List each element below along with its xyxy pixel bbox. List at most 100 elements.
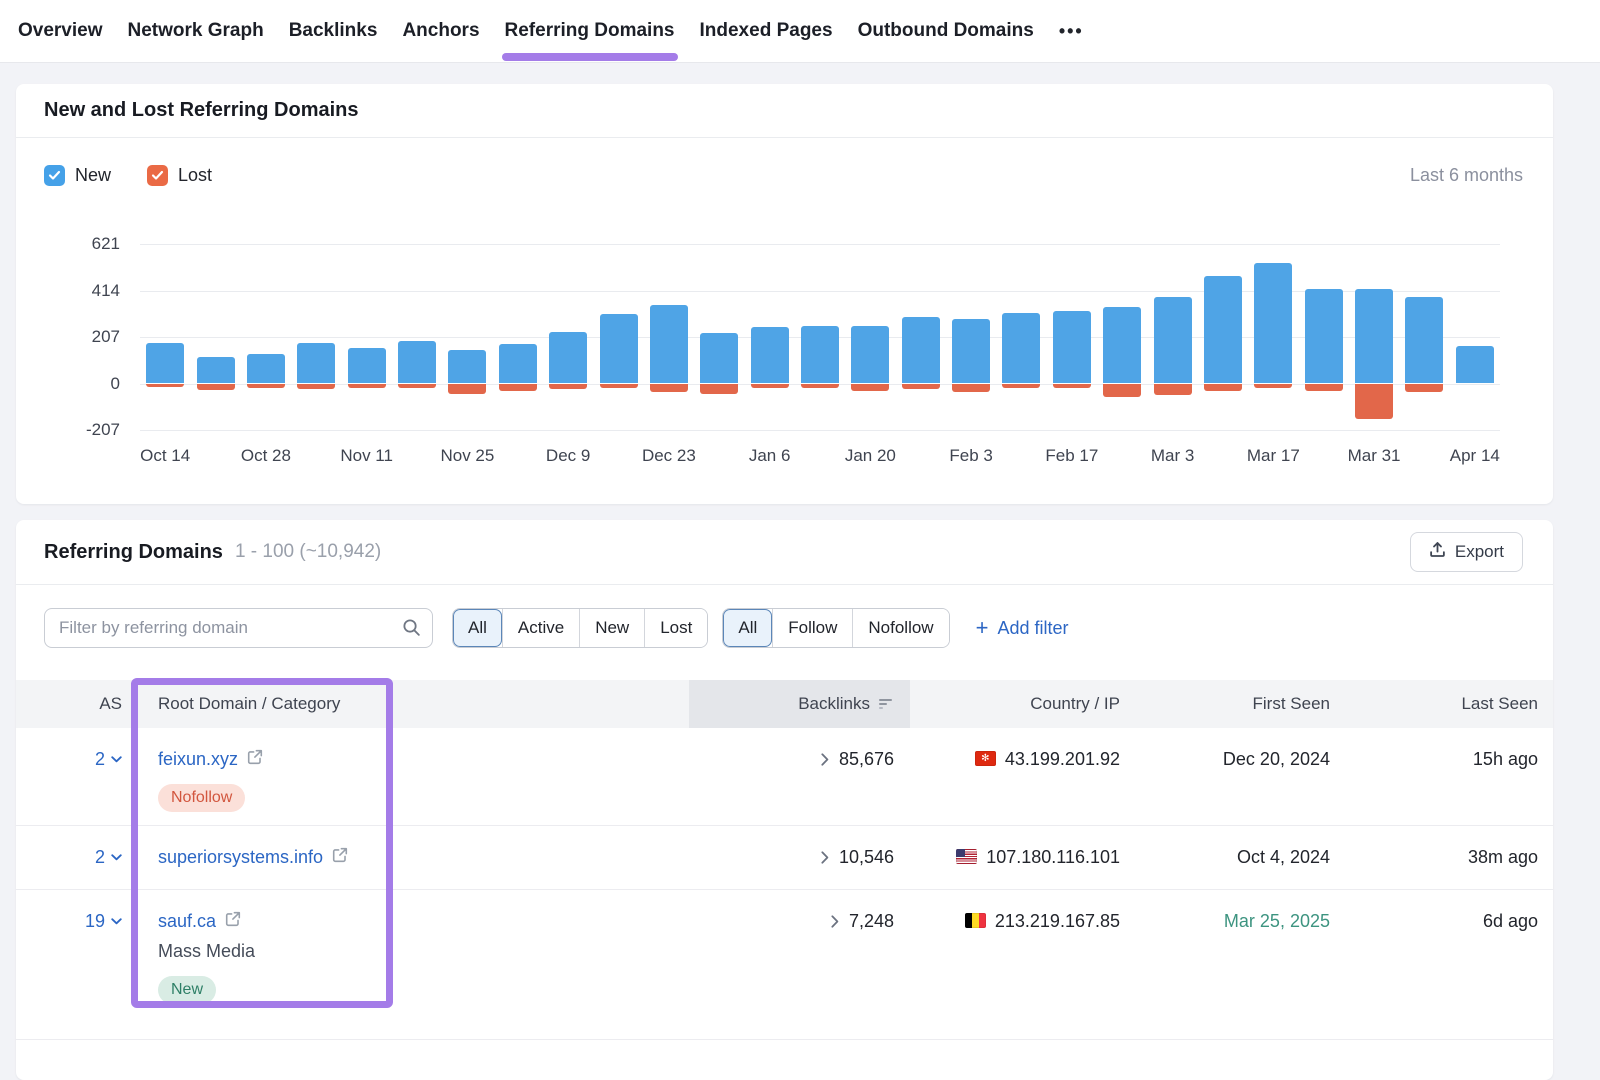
x-axis-tick: Mar 31 xyxy=(1329,446,1419,466)
open-domain-icon[interactable] xyxy=(225,911,241,932)
column-header-last-seen[interactable]: Last Seen xyxy=(1346,680,1553,728)
gridline xyxy=(140,291,1500,292)
as-count: 19 xyxy=(85,911,105,932)
legend-lost-label: Lost xyxy=(178,165,212,186)
lost-domains-bar xyxy=(398,384,436,388)
lost-domains-bar xyxy=(952,384,990,393)
as-expander[interactable]: 2 xyxy=(16,826,136,889)
expand-backlinks-button[interactable] xyxy=(821,847,829,869)
table-header-row: AS Root Domain / Category Backlinks Country… xyxy=(16,680,1553,728)
add-filter-button[interactable]: + Add filter xyxy=(976,617,1069,639)
new-domains-bar xyxy=(700,333,738,384)
nav-tab-network-graph[interactable]: Network Graph xyxy=(128,0,264,62)
column-label: AS xyxy=(99,694,122,714)
column-label: Backlinks xyxy=(798,694,870,714)
export-button[interactable]: Export xyxy=(1410,532,1523,572)
lost-domains-bar xyxy=(1154,384,1192,395)
new-domains-bar xyxy=(751,327,789,383)
follow-filter-nofollow[interactable]: Nofollow xyxy=(852,609,948,647)
x-axis-tick: Jan 20 xyxy=(825,446,915,466)
lost-checkbox[interactable] xyxy=(147,165,168,186)
chart-controls: New Lost Last 6 months xyxy=(44,160,1523,190)
x-axis-tick: Nov 25 xyxy=(422,446,512,466)
table-body: 2feixun.xyzNofollow 85,676 ✻43.199.201.92 D… xyxy=(16,728,1553,1040)
y-axis-tick: 621 xyxy=(46,234,120,254)
hk-flag-icon: ✻ xyxy=(975,751,996,766)
last-seen-cell: 15h ago xyxy=(1346,728,1553,825)
domain-filter-input[interactable] xyxy=(44,608,433,648)
lost-domains-bar xyxy=(851,384,889,392)
external-link-icon xyxy=(247,749,263,765)
first-seen-cell: Oct 4, 2024 xyxy=(1136,826,1346,889)
nav-tab-backlinks[interactable]: Backlinks xyxy=(289,0,378,62)
backlinks-count: 85,676 xyxy=(839,749,894,770)
column-header-first-seen[interactable]: First Seen xyxy=(1136,680,1346,728)
nav-tab-outbound-domains[interactable]: Outbound Domains xyxy=(858,0,1034,62)
more-tabs-icon[interactable]: ••• xyxy=(1059,21,1084,42)
status-filter-all[interactable]: All xyxy=(453,609,502,647)
new-domains-bar xyxy=(801,326,839,384)
first-seen-date: Oct 4, 2024 xyxy=(1237,847,1330,868)
new-domains-bar xyxy=(1053,311,1091,383)
open-domain-icon[interactable] xyxy=(332,847,348,868)
expand-backlinks-button[interactable] xyxy=(831,911,839,933)
as-expander[interactable]: 2 xyxy=(16,728,136,825)
lost-domains-bar xyxy=(650,384,688,393)
column-header-backlinks[interactable]: Backlinks xyxy=(689,680,910,728)
status-filter-new[interactable]: New xyxy=(579,609,644,647)
new-domains-bar xyxy=(1103,307,1141,383)
new-checkbox[interactable] xyxy=(44,165,65,186)
new-domains-bar xyxy=(549,332,587,384)
domain-category: Mass Media xyxy=(158,941,255,962)
first-seen-date: Dec 20, 2024 xyxy=(1223,749,1330,770)
new-domains-bar xyxy=(1154,297,1192,383)
lost-domains-bar xyxy=(1053,384,1091,388)
new-domains-bar xyxy=(247,354,285,383)
chart-title: New and Lost Referring Domains xyxy=(44,99,359,122)
nav-tab-overview[interactable]: Overview xyxy=(18,0,103,62)
nav-tab-indexed-pages[interactable]: Indexed Pages xyxy=(700,0,833,62)
referring-domains-table: AS Root Domain / Category Backlinks Country… xyxy=(16,680,1553,1040)
lost-domains-bar xyxy=(348,384,386,388)
column-label: Root Domain / Category xyxy=(158,694,340,714)
y-axis-tick: -207 xyxy=(46,420,120,440)
nav-tab-anchors[interactable]: Anchors xyxy=(402,0,479,62)
x-axis-tick: Dec 9 xyxy=(523,446,613,466)
as-expander[interactable]: 19 xyxy=(16,890,136,1039)
chevron-down-icon xyxy=(111,918,122,925)
new-domains-bar xyxy=(1204,276,1242,383)
domain-link[interactable]: feixun.xyz xyxy=(158,749,238,770)
follow-filter-all[interactable]: All xyxy=(723,609,772,647)
new-domains-bar xyxy=(197,357,235,384)
legend-new[interactable]: New xyxy=(44,165,111,186)
nav-tab-referring-domains[interactable]: Referring Domains xyxy=(505,0,675,62)
x-axis-tick: Oct 14 xyxy=(120,446,210,466)
gridline xyxy=(140,430,1500,431)
new-domains-bar xyxy=(398,341,436,384)
x-axis-tick: Oct 28 xyxy=(221,446,311,466)
open-domain-icon[interactable] xyxy=(247,749,263,770)
lost-domains-bar xyxy=(801,384,839,388)
last-seen-cell: 38m ago xyxy=(1346,826,1553,889)
status-filter-lost[interactable]: Lost xyxy=(644,609,707,647)
chevron-down-icon xyxy=(111,854,122,861)
lost-domains-bar xyxy=(247,384,285,388)
y-axis-tick: 414 xyxy=(46,281,120,301)
backlinks-count: 7,248 xyxy=(849,911,894,932)
column-header-country-ip: Country / IP xyxy=(910,680,1136,728)
country-ip-cell: 213.219.167.85 xyxy=(910,890,1136,1039)
external-link-icon xyxy=(332,847,348,863)
expand-backlinks-button[interactable] xyxy=(821,749,829,771)
root-domain-cell: feixun.xyzNofollow xyxy=(136,728,689,825)
period-label: Last 6 months xyxy=(1410,165,1523,186)
country-ip-cell: ✻43.199.201.92 xyxy=(910,728,1136,825)
first-seen-cell: Dec 20, 2024 xyxy=(1136,728,1346,825)
status-filter-active[interactable]: Active xyxy=(502,609,579,647)
search-icon[interactable] xyxy=(401,617,422,643)
domain-link[interactable]: sauf.ca xyxy=(158,911,216,932)
follow-filter-follow[interactable]: Follow xyxy=(772,609,852,647)
legend-lost[interactable]: Lost xyxy=(147,165,212,186)
lost-domains-bar xyxy=(499,384,537,392)
domain-link[interactable]: superiorsystems.info xyxy=(158,847,323,868)
x-axis-tick: Nov 11 xyxy=(322,446,412,466)
